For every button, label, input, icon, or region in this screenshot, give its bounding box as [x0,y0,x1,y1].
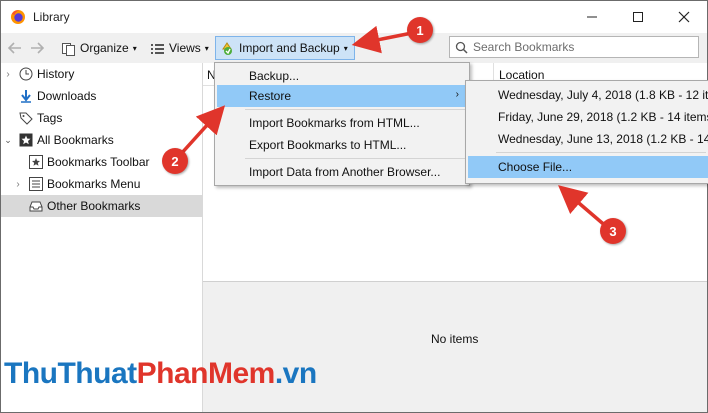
annotation-arrows [178,25,610,230]
arrow-1 [351,25,413,54]
arrow-2 [178,105,226,157]
step-2-badge: 2 [162,148,188,174]
watermark: ThuThuatPhanMem.vn [4,357,317,390]
step-3-badge: 3 [600,218,626,244]
step-1-badge: 1 [407,17,433,43]
